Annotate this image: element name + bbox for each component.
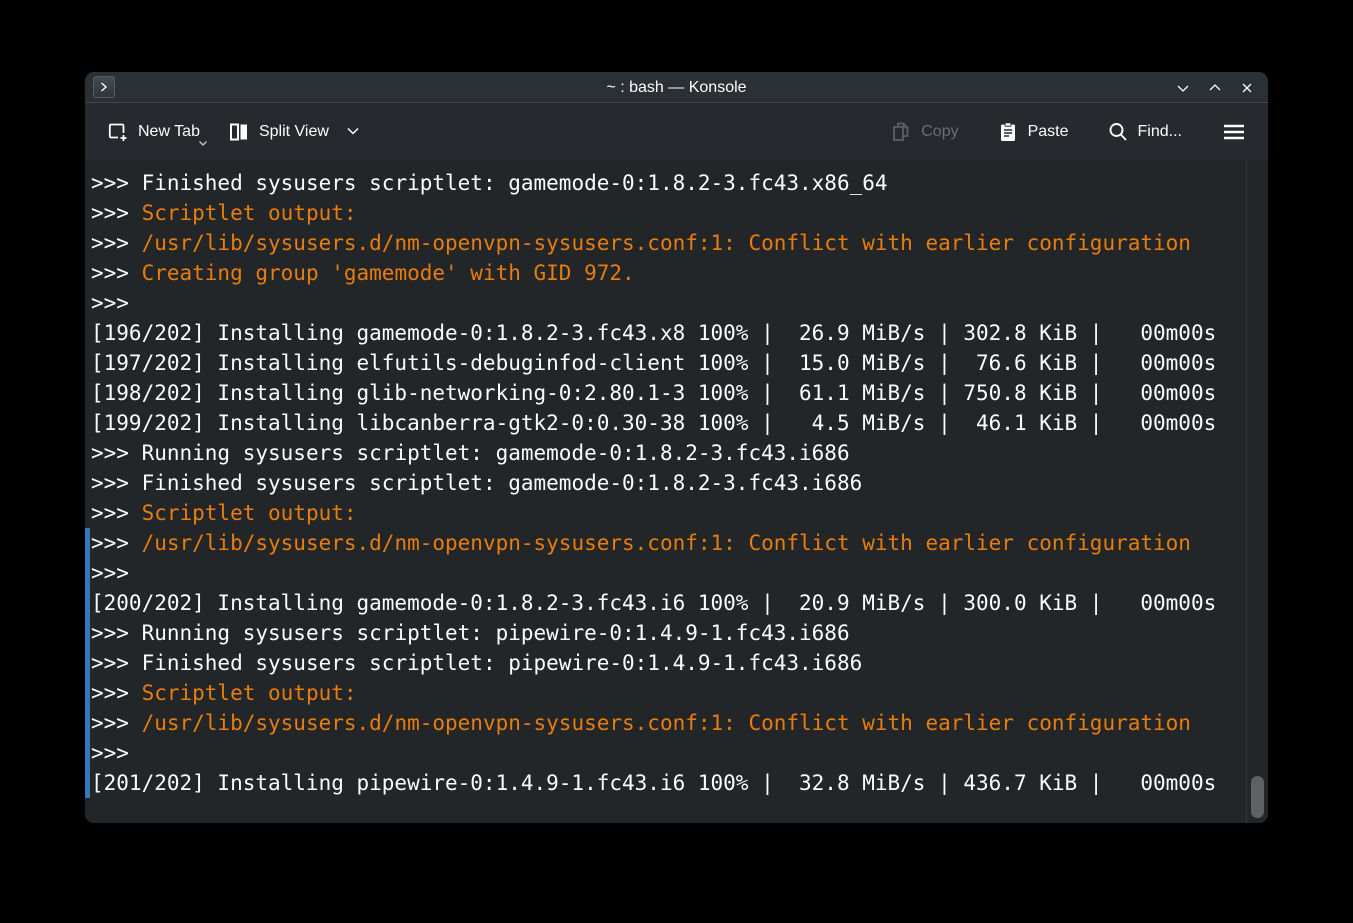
terminal-line: [200/202] Installing gamemode-0:1.8.2-3.… (85, 588, 1244, 618)
scrollbar[interactable] (1246, 160, 1268, 822)
titlebar[interactable]: ~ : bash — Konsole (85, 72, 1268, 103)
prompt: >>> (91, 291, 129, 315)
terminal-line: >>> Running sysusers scriptlet: gamemode… (85, 438, 1244, 468)
copy-icon (890, 121, 912, 143)
close-icon (1239, 80, 1255, 96)
split-view-button[interactable]: Split View (226, 115, 370, 149)
terminal-line: >>> /usr/lib/sysusers.d/nm-openvpn-sysus… (85, 708, 1244, 738)
terminal-chevron-icon (99, 82, 109, 92)
maximize-button[interactable] (1206, 79, 1224, 97)
terminal-text: [199/202] Installing libcanberra-gtk2-0:… (91, 411, 1216, 435)
terminal-text: Creating group 'gamemode' with GID 972. (142, 261, 635, 285)
terminal-line: >>> Finished sysusers scriptlet: gamemod… (85, 468, 1244, 498)
copy-label: Copy (921, 123, 958, 141)
terminal-text: [197/202] Installing elfutils-debuginfod… (91, 351, 1216, 375)
terminal-line: [198/202] Installing glib-networking-0:2… (85, 378, 1244, 408)
terminal-text: /usr/lib/sysusers.d/nm-openvpn-sysusers.… (142, 711, 1191, 735)
minimize-button[interactable] (1174, 79, 1192, 97)
terminal-text: Running sysusers scriptlet: gamemode-0:1… (142, 441, 850, 465)
terminal-line: [199/202] Installing libcanberra-gtk2-0:… (85, 408, 1244, 438)
terminal-text: [201/202] Installing pipewire-0:1.4.9-1.… (91, 771, 1216, 795)
terminal-line: >>> (85, 288, 1244, 318)
terminal-line: >>> /usr/lib/sysusers.d/nm-openvpn-sysus… (85, 528, 1244, 558)
prompt: >>> (91, 471, 142, 495)
terminal-line: >>> Finished sysusers scriptlet: gamemod… (85, 168, 1244, 198)
paste-label: Paste (1028, 123, 1069, 141)
prompt: >>> (91, 261, 142, 285)
terminal-text: [198/202] Installing glib-networking-0:2… (91, 381, 1216, 405)
chevron-down-icon (346, 127, 360, 136)
terminal-text: Finished sysusers scriptlet: gamemode-0:… (142, 171, 888, 195)
terminal-line: [201/202] Installing pipewire-0:1.4.9-1.… (85, 768, 1244, 798)
toolbar: New Tab Split View (85, 103, 1268, 160)
window-title: ~ : bash — Konsole (85, 72, 1268, 103)
terminal-text: Scriptlet output: (142, 501, 357, 525)
terminal-text: Scriptlet output: (142, 681, 357, 705)
prompt: >>> (91, 171, 142, 195)
copy-button[interactable]: Copy (888, 115, 968, 149)
prompt: >>> (91, 651, 142, 675)
scrollbar-thumb[interactable] (1251, 776, 1264, 818)
prompt: >>> (91, 711, 142, 735)
terminal-text: Finished sysusers scriptlet: pipewire-0:… (142, 651, 863, 675)
prompt: >>> (91, 231, 142, 255)
terminal-line: >>> (85, 558, 1244, 588)
terminal-line: >>> (85, 738, 1244, 768)
find-label: Find... (1138, 123, 1182, 141)
terminal-line: >>> Scriptlet output: (85, 498, 1244, 528)
terminal-text: Running sysusers scriptlet: pipewire-0:1… (142, 621, 850, 645)
paste-button[interactable]: Paste (995, 115, 1079, 149)
terminal-line: [197/202] Installing elfutils-debuginfod… (85, 348, 1244, 378)
terminal-line: >>> Scriptlet output: (85, 678, 1244, 708)
terminal-line: >>> Finished sysusers scriptlet: pipewir… (85, 648, 1244, 678)
chevron-down-icon (198, 134, 208, 152)
konsole-app-icon[interactable] (93, 76, 115, 98)
menu-button[interactable] (1218, 118, 1250, 146)
prompt: >>> (91, 621, 142, 645)
konsole-window: ~ : bash — Konsole (85, 72, 1268, 823)
new-tab-button[interactable]: New Tab (105, 115, 210, 149)
prompt: >>> (91, 201, 142, 225)
terminal-line: >>> /usr/lib/sysusers.d/nm-openvpn-sysus… (85, 228, 1244, 258)
window-controls (1174, 72, 1256, 103)
terminal-text: [196/202] Installing gamemode-0:1.8.2-3.… (91, 321, 1216, 345)
paste-icon (997, 121, 1019, 143)
close-button[interactable] (1238, 79, 1256, 97)
magnifier-icon (1107, 121, 1129, 143)
hamburger-icon (1222, 122, 1246, 142)
terminal-line: >>> Running sysusers scriptlet: pipewire… (85, 618, 1244, 648)
split-view-label: Split View (259, 123, 329, 141)
chevron-up-icon (1207, 80, 1223, 96)
terminal-text: Finished sysusers scriptlet: gamemode-0:… (142, 471, 863, 495)
terminal-text: [200/202] Installing gamemode-0:1.8.2-3.… (91, 591, 1216, 615)
new-tab-icon (107, 121, 129, 143)
prompt: >>> (91, 681, 142, 705)
terminal-line: >>> Scriptlet output: (85, 198, 1244, 228)
terminal-line: [196/202] Installing gamemode-0:1.8.2-3.… (85, 318, 1244, 348)
terminal-text: Scriptlet output: (142, 201, 357, 225)
prompt: >>> (91, 501, 142, 525)
prompt: >>> (91, 561, 129, 585)
terminal-text: /usr/lib/sysusers.d/nm-openvpn-sysusers.… (142, 531, 1191, 555)
terminal-line: >>> Creating group 'gamemode' with GID 9… (85, 258, 1244, 288)
new-tab-label: New Tab (138, 123, 200, 141)
find-button[interactable]: Find... (1105, 115, 1192, 149)
split-view-icon (228, 121, 250, 143)
chevron-down-icon (1175, 80, 1191, 96)
prompt: >>> (91, 741, 129, 765)
prompt: >>> (91, 441, 142, 465)
terminal[interactable]: >>> Finished sysusers scriptlet: gamemod… (85, 160, 1268, 822)
prompt: >>> (91, 531, 142, 555)
terminal-text: /usr/lib/sysusers.d/nm-openvpn-sysusers.… (142, 231, 1191, 255)
terminal-output: >>> Finished sysusers scriptlet: gamemod… (85, 168, 1244, 798)
